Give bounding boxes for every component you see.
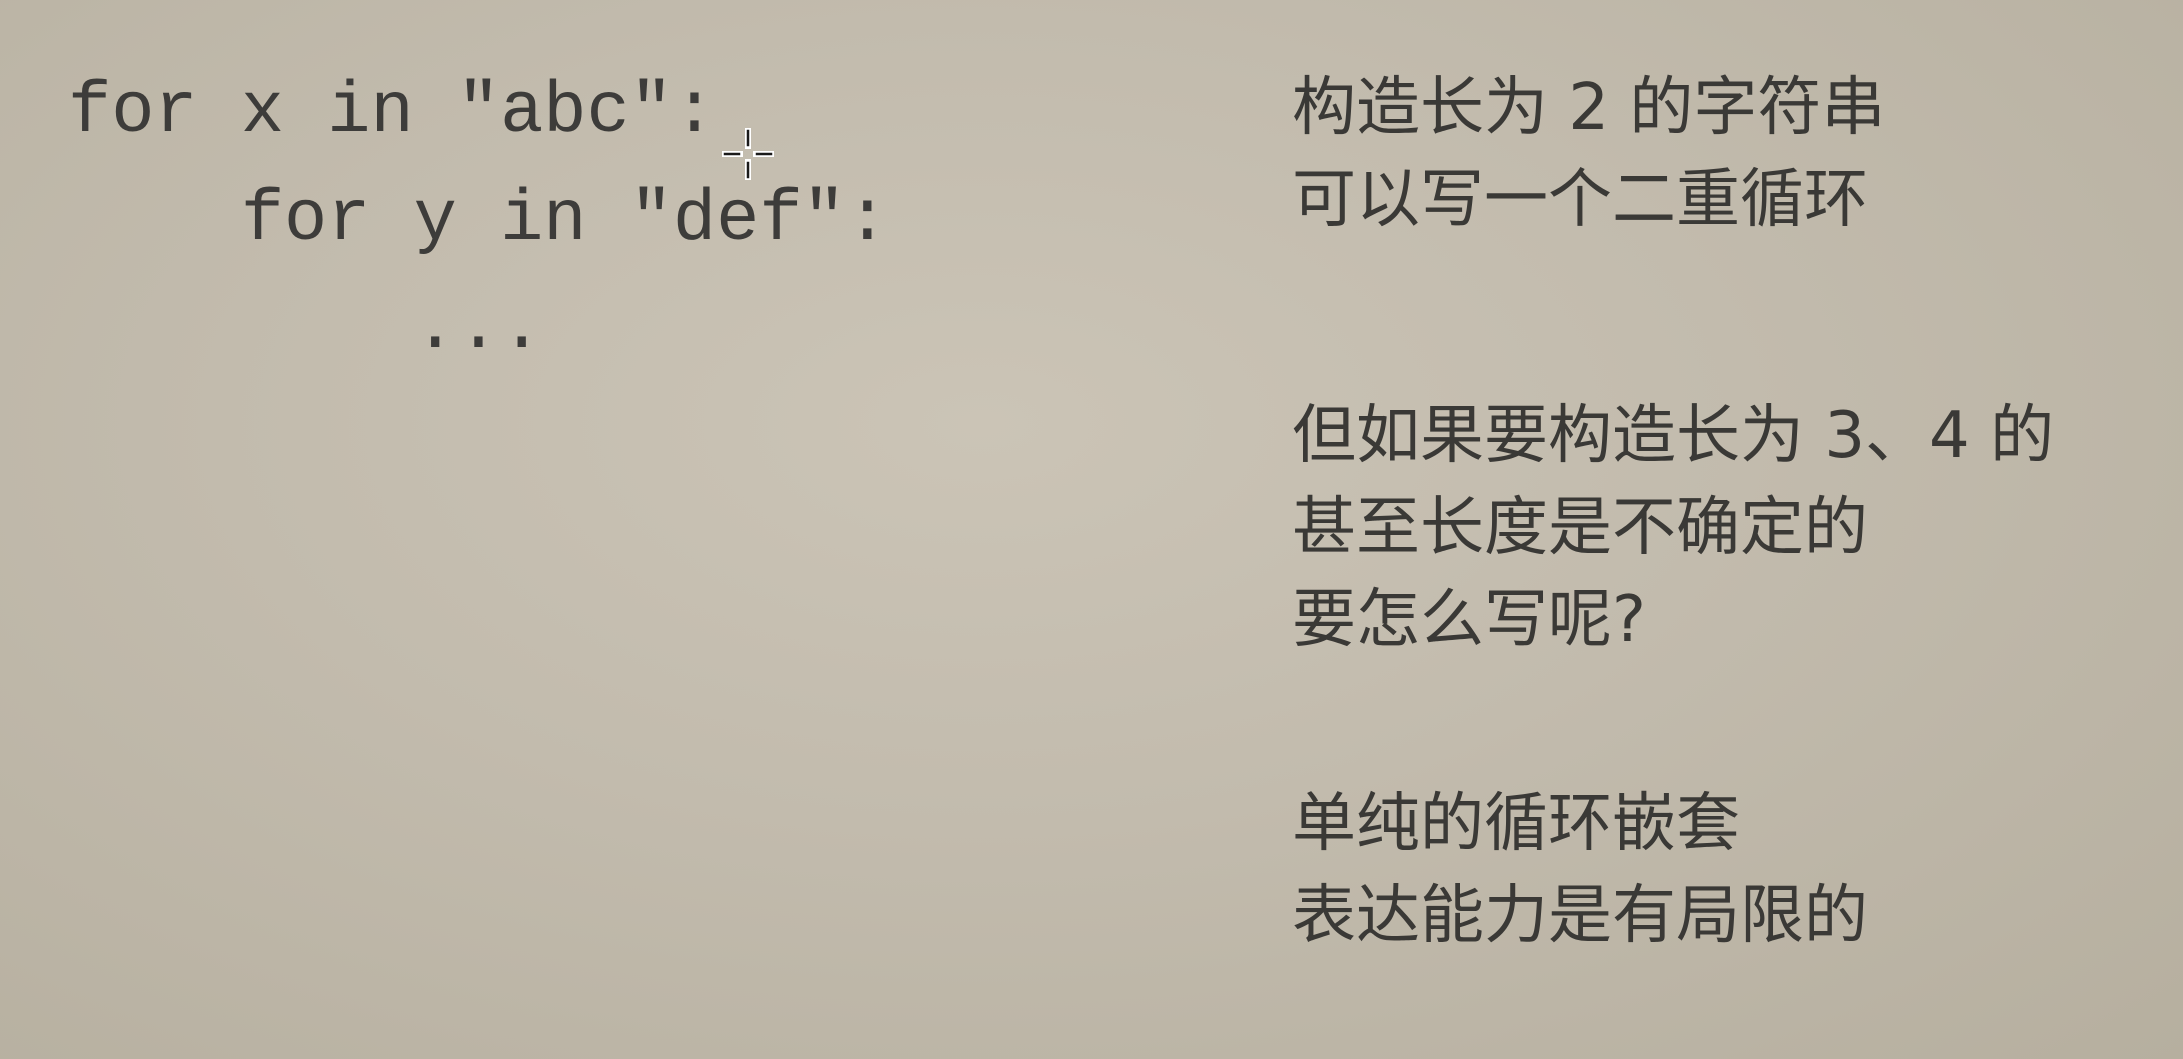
note-line: 甚至长度是不确定的 — [1292, 491, 1868, 565]
note-line: 单纯的循环嵌套 — [1292, 787, 1740, 861]
code-line-ellipsis: ... — [68, 287, 544, 369]
code-snippet: for x in "abc": for y in "def": ... — [68, 58, 889, 382]
note-variable-length-question: 但如果要构造长为 3、4 的 甚至长度是不确定的 要怎么写呢? — [1292, 390, 2054, 666]
note-two-level-loop: 构造长为 2 的字符串 可以写一个二重循环 — [1292, 62, 1885, 246]
note-line: 但如果要构造长为 3、4 的 — [1292, 399, 2055, 473]
note-line: 构造长为 2 的字符串 — [1292, 71, 1886, 145]
code-line-inner-loop: for y in "def": — [68, 179, 889, 261]
note-line: 要怎么写呢? — [1292, 583, 1646, 657]
note-line: 表达能力是有局限的 — [1292, 879, 1868, 953]
note-nesting-limitation: 单纯的循环嵌套 表达能力是有局限的 — [1292, 778, 1868, 962]
crosshair-cursor-icon — [722, 128, 774, 180]
note-line: 可以写一个二重循环 — [1292, 163, 1868, 237]
